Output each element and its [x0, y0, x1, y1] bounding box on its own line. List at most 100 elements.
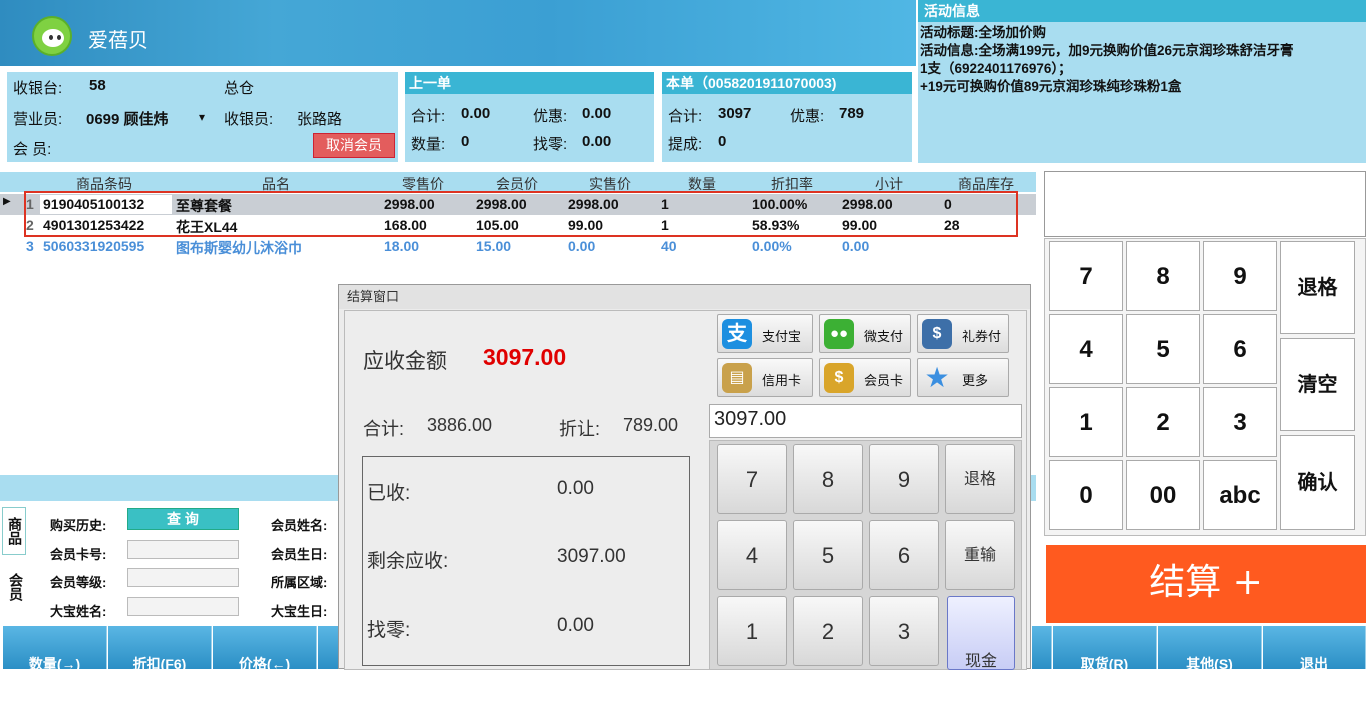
cell-subtotal[interactable]: 0.00 — [842, 238, 869, 254]
hidden-button[interactable] — [318, 626, 340, 669]
sales-value[interactable]: 0699 顾佳炜 — [86, 108, 169, 129]
discount-label: 折让: — [559, 419, 601, 439]
highlight-box — [24, 191, 1018, 237]
prev-change-label: 找零: — [533, 136, 568, 153]
pay-backspace-button[interactable]: 退格 — [945, 444, 1015, 514]
cur-total-label: 合计: — [668, 108, 703, 125]
change-value: 0.00 — [557, 615, 594, 636]
activity-heading: 活动信息 — [918, 0, 1366, 22]
cash-button[interactable]: 现金 — [947, 596, 1015, 670]
voucher-label: 礼券付 — [962, 329, 1002, 344]
key-00[interactable]: 00 — [1126, 460, 1200, 530]
cell-retail[interactable]: 18.00 — [384, 238, 419, 254]
app-title: 爱蓓贝 — [88, 28, 148, 52]
key-2[interactable]: 2 — [1126, 387, 1200, 457]
amount-input[interactable]: 3097.00 — [709, 404, 1022, 438]
exit-button[interactable]: 退出 — [1263, 626, 1366, 672]
cur-pickup-label: 提成: — [668, 136, 703, 153]
cur-total-value: 3097 — [718, 105, 752, 122]
wechat-pay-button[interactable]: ●● 微支付 — [819, 314, 911, 353]
due-label: 应收金额 — [363, 350, 447, 373]
alipay-icon: 支 — [722, 319, 752, 349]
confirm-button[interactable]: 确认 — [1280, 435, 1355, 530]
hidden-button[interactable] — [1032, 626, 1052, 669]
pickup-button[interactable]: 取货(R) — [1053, 626, 1157, 672]
activity-line: 活动信息:全场满199元，加9元换购价值26元京润珍珠舒洁牙膏 — [920, 43, 1294, 58]
member-card-button[interactable]: $ 会员卡 — [819, 358, 911, 397]
name-label: 会员姓名: — [271, 518, 328, 533]
cell-member[interactable]: 15.00 — [476, 238, 511, 254]
key-1[interactable]: 1 — [1049, 387, 1123, 457]
level-field[interactable] — [127, 568, 239, 587]
credit-card-label: 信用卡 — [762, 373, 802, 388]
register-label: 收银台: — [13, 80, 63, 97]
credit-card-button[interactable]: ▤ 信用卡 — [717, 358, 813, 397]
previous-order-panel: 上一单 合计: 0.00 优惠: 0.00 数量: 0 找零: 0.00 — [405, 72, 654, 162]
clear-button[interactable]: 清空 — [1280, 338, 1355, 431]
prev-total-value: 0.00 — [461, 105, 491, 122]
card-field[interactable] — [127, 540, 239, 559]
alipay-button[interactable]: 支 支付宝 — [717, 314, 813, 353]
pay-key-9[interactable]: 9 — [869, 444, 939, 514]
row-number: 3 — [26, 238, 34, 254]
received-value: 0.00 — [557, 478, 594, 499]
pay-key-5[interactable]: 5 — [793, 520, 863, 590]
key-4[interactable]: 4 — [1049, 314, 1123, 384]
tab-goods[interactable]: 商品 — [2, 507, 26, 555]
prev-discount-label: 优惠: — [533, 108, 568, 125]
pay-reset-button[interactable]: 重输 — [945, 520, 1015, 590]
chevron-down-icon[interactable]: ▾ — [199, 110, 205, 124]
current-order-heading: 本单（0058201911070003) — [662, 72, 912, 94]
key-8[interactable]: 8 — [1126, 241, 1200, 311]
warehouse-label: 总仓 — [224, 80, 255, 97]
pay-key-7[interactable]: 7 — [717, 444, 787, 514]
cell-barcode[interactable]: 5060331920595 — [43, 238, 144, 254]
level-label: 会员等级: — [50, 575, 107, 590]
cell-rate[interactable]: 0.00% — [752, 238, 792, 254]
pay-key-1[interactable]: 1 — [717, 596, 787, 666]
cur-discount-value: 789 — [839, 105, 865, 122]
key-3[interactable]: 3 — [1203, 387, 1277, 457]
pay-key-8[interactable]: 8 — [793, 444, 863, 514]
price-button[interactable]: 价格(←) — [213, 626, 317, 672]
cell-qty[interactable]: 40 — [661, 238, 677, 254]
cell-actual[interactable]: 0.00 — [568, 238, 595, 254]
prev-discount-value: 0.00 — [582, 105, 612, 122]
numpad-display[interactable] — [1044, 171, 1366, 237]
key-abc[interactable]: abc — [1203, 460, 1277, 530]
pay-key-4[interactable]: 4 — [717, 520, 787, 590]
member-label: 会 员: — [13, 141, 52, 158]
star-icon: ★ — [924, 362, 950, 393]
backspace-button[interactable]: 退格 — [1280, 241, 1355, 334]
key-6[interactable]: 6 — [1203, 314, 1277, 384]
quantity-button[interactable]: 数量(→) — [3, 626, 107, 672]
activity-line: 1支（6922401176976）； — [920, 61, 1072, 76]
cell-name[interactable]: 图布斯婴幼儿沐浴巾 — [176, 238, 302, 258]
voucher-button[interactable]: $ 礼券付 — [917, 314, 1009, 353]
pay-key-6[interactable]: 6 — [869, 520, 939, 590]
key-0[interactable]: 0 — [1049, 460, 1123, 530]
other-button[interactable]: 其他(S) — [1158, 626, 1262, 672]
table-row[interactable]: 3 5060331920595 图布斯婴幼儿沐浴巾 18.00 15.00 0.… — [0, 236, 1036, 257]
key-7[interactable]: 7 — [1049, 241, 1123, 311]
discount-button[interactable]: 折扣(F6) — [108, 626, 212, 672]
query-button[interactable]: 查 询 — [127, 508, 239, 530]
baby-name-field[interactable] — [127, 597, 239, 616]
cashier-label: 收银员: — [224, 111, 274, 128]
key-5[interactable]: 5 — [1126, 314, 1200, 384]
prev-total-label: 合计: — [411, 108, 446, 125]
more-button[interactable]: ★ 更多 — [917, 358, 1009, 397]
cashier-value: 张路路 — [297, 111, 343, 128]
pay-key-3[interactable]: 3 — [869, 596, 939, 666]
cur-pickup-value: 0 — [718, 133, 727, 150]
cancel-member-button[interactable]: 取消会员 — [313, 133, 395, 158]
history-label: 购买历史: — [50, 518, 107, 533]
alipay-label: 支付宝 — [762, 329, 802, 344]
checkout-button[interactable]: 结算 + — [1046, 545, 1366, 623]
tab-member[interactable]: 会员 — [2, 563, 26, 611]
key-9[interactable]: 9 — [1203, 241, 1277, 311]
remaining-value: 3097.00 — [557, 546, 626, 567]
sum-label: 合计: — [363, 419, 405, 439]
folder-icon: ▤ — [722, 363, 752, 393]
pay-key-2[interactable]: 2 — [793, 596, 863, 666]
